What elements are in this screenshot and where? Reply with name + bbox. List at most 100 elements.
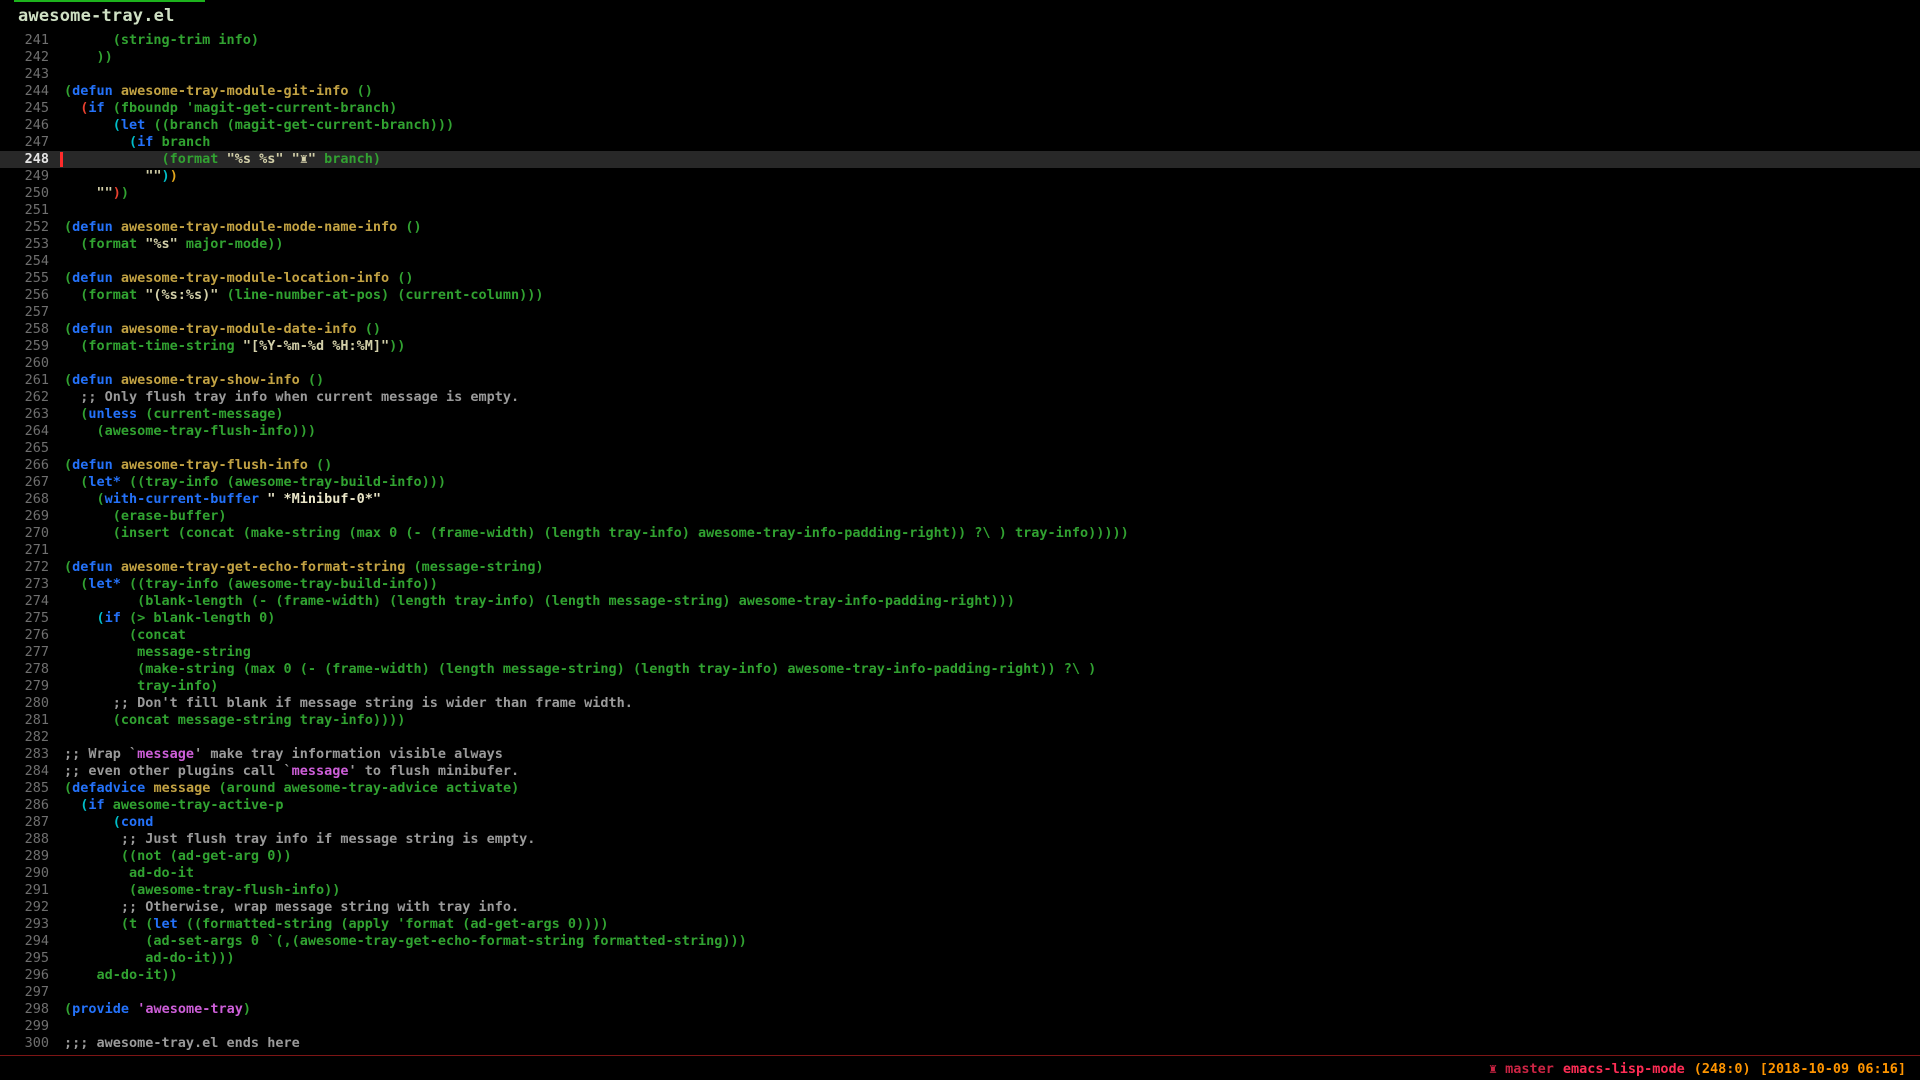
- line-number: 295: [0, 950, 49, 967]
- code-line[interactable]: 264 (awesome-tray-flush-info))): [0, 423, 1920, 440]
- code-line[interactable]: 288 ;; Just flush tray info if message s…: [0, 831, 1920, 848]
- code-line[interactable]: 277 message-string: [0, 644, 1920, 661]
- line-number: 291: [0, 882, 49, 899]
- code-line[interactable]: 253 (format "%s" major-mode)): [0, 236, 1920, 253]
- line-number: 250: [0, 185, 49, 202]
- code-line[interactable]: 289 ((not (ad-get-arg 0)): [0, 848, 1920, 865]
- line-number: 300: [0, 1035, 49, 1052]
- code-line[interactable]: 270 (insert (concat (make-string (max 0 …: [0, 525, 1920, 542]
- code-line[interactable]: 257: [0, 304, 1920, 321]
- code-line[interactable]: 244(defun awesome-tray-module-git-info (…: [0, 83, 1920, 100]
- code-line[interactable]: 294 (ad-set-args 0 `(,(awesome-tray-get-…: [0, 933, 1920, 950]
- code-line[interactable]: 284;; even other plugins call `message' …: [0, 763, 1920, 780]
- code-line[interactable]: 256 (format "(%s:%s)" (line-number-at-po…: [0, 287, 1920, 304]
- line-number: 274: [0, 593, 49, 610]
- line-number: 263: [0, 406, 49, 423]
- code-line[interactable]: 276 (concat: [0, 627, 1920, 644]
- code-text: ;; even other plugins call `message' to …: [49, 763, 519, 780]
- line-number: 294: [0, 933, 49, 950]
- code-text: (defun awesome-tray-get-echo-format-stri…: [49, 559, 544, 576]
- code-line[interactable]: 266(defun awesome-tray-flush-info (): [0, 457, 1920, 474]
- code-text: (defun awesome-tray-show-info (): [49, 372, 324, 389]
- line-number: 279: [0, 678, 49, 695]
- code-line[interactable]: 249 "")): [0, 168, 1920, 185]
- line-number: 289: [0, 848, 49, 865]
- code-text: ;; Just flush tray info if message strin…: [49, 831, 535, 848]
- code-line[interactable]: 275 (if (> blank-length 0): [0, 610, 1920, 627]
- buffer-tab[interactable]: awesome-tray.el: [14, 0, 205, 26]
- code-line[interactable]: 295 ad-do-it))): [0, 950, 1920, 967]
- code-line[interactable]: 255(defun awesome-tray-module-location-i…: [0, 270, 1920, 287]
- code-text: (defun awesome-tray-module-mode-name-inf…: [49, 219, 422, 236]
- code-text: (defun awesome-tray-module-git-info (): [49, 83, 373, 100]
- code-text: (let ((branch (magit-get-current-branch)…: [49, 117, 454, 134]
- code-text: [49, 729, 64, 746]
- code-line[interactable]: 274 (blank-length (- (frame-width) (leng…: [0, 593, 1920, 610]
- code-editor[interactable]: 241 (string-trim info)242 ))243244(defun…: [0, 32, 1920, 1052]
- code-line[interactable]: 283;; Wrap `message' make tray informati…: [0, 746, 1920, 763]
- code-line[interactable]: 259 (format-time-string "[%Y-%m-%d %H:%M…: [0, 338, 1920, 355]
- code-line[interactable]: 291 (awesome-tray-flush-info)): [0, 882, 1920, 899]
- code-line[interactable]: 269 (erase-buffer): [0, 508, 1920, 525]
- code-line[interactable]: 271: [0, 542, 1920, 559]
- line-number: 246: [0, 117, 49, 134]
- code-line[interactable]: 293 (t (let ((formatted-string (apply 'f…: [0, 916, 1920, 933]
- code-text: (if (fboundp 'magit-get-current-branch): [49, 100, 397, 117]
- code-line[interactable]: 247 (if branch: [0, 134, 1920, 151]
- code-line[interactable]: 245 (if (fboundp 'magit-get-current-bran…: [0, 100, 1920, 117]
- code-line[interactable]: 258(defun awesome-tray-module-date-info …: [0, 321, 1920, 338]
- code-line[interactable]: 260: [0, 355, 1920, 372]
- code-line[interactable]: 281 (concat message-string tray-info)))): [0, 712, 1920, 729]
- code-line[interactable]: 290 ad-do-it: [0, 865, 1920, 882]
- code-line[interactable]: 286 (if awesome-tray-active-p: [0, 797, 1920, 814]
- code-line[interactable]: 246 (let ((branch (magit-get-current-bra…: [0, 117, 1920, 134]
- line-number: 269: [0, 508, 49, 525]
- code-line[interactable]: 251: [0, 202, 1920, 219]
- code-line[interactable]: 248 (format "%s %s" "♜" branch): [0, 151, 1920, 168]
- line-number: 285: [0, 780, 49, 797]
- code-text: message-string: [49, 644, 251, 661]
- code-line[interactable]: 268 (with-current-buffer " *Minibuf-0*": [0, 491, 1920, 508]
- code-line[interactable]: 279 tray-info): [0, 678, 1920, 695]
- code-line[interactable]: 285(defadvice message (around awesome-tr…: [0, 780, 1920, 797]
- code-line[interactable]: 250 "")): [0, 185, 1920, 202]
- code-line[interactable]: 296 ad-do-it)): [0, 967, 1920, 984]
- code-line[interactable]: 300;;; awesome-tray.el ends here: [0, 1035, 1920, 1052]
- code-text: (awesome-tray-flush-info))): [49, 423, 316, 440]
- line-number: 251: [0, 202, 49, 219]
- line-number: 261: [0, 372, 49, 389]
- line-number: 288: [0, 831, 49, 848]
- code-line[interactable]: 272(defun awesome-tray-get-echo-format-s…: [0, 559, 1920, 576]
- code-line[interactable]: 262 ;; Only flush tray info when current…: [0, 389, 1920, 406]
- code-text: (cond: [49, 814, 153, 831]
- code-line[interactable]: 267 (let* ((tray-info (awesome-tray-buil…: [0, 474, 1920, 491]
- code-line[interactable]: 273 (let* ((tray-info (awesome-tray-buil…: [0, 576, 1920, 593]
- line-number: 273: [0, 576, 49, 593]
- code-line[interactable]: 254: [0, 253, 1920, 270]
- code-line[interactable]: 280 ;; Don't fill blank if message strin…: [0, 695, 1920, 712]
- code-line[interactable]: 252(defun awesome-tray-module-mode-name-…: [0, 219, 1920, 236]
- code-text: )): [49, 49, 113, 66]
- code-text: ad-do-it: [49, 865, 194, 882]
- code-line[interactable]: 299: [0, 1018, 1920, 1035]
- code-line[interactable]: 243: [0, 66, 1920, 83]
- code-line[interactable]: 265: [0, 440, 1920, 457]
- code-text: ;; Don't fill blank if message string is…: [49, 695, 633, 712]
- code-line[interactable]: 241 (string-trim info): [0, 32, 1920, 49]
- code-line[interactable]: 282: [0, 729, 1920, 746]
- code-text: ad-do-it)): [49, 967, 178, 984]
- code-line[interactable]: 278 (make-string (max 0 (- (frame-width)…: [0, 661, 1920, 678]
- code-line[interactable]: 261(defun awesome-tray-show-info (): [0, 372, 1920, 389]
- code-line[interactable]: 263 (unless (current-message): [0, 406, 1920, 423]
- code-line[interactable]: 297: [0, 984, 1920, 1001]
- code-line[interactable]: 287 (cond: [0, 814, 1920, 831]
- line-number: 271: [0, 542, 49, 559]
- line-number: 245: [0, 100, 49, 117]
- code-text: (format "%s %s" "♜" branch): [49, 151, 381, 168]
- code-text: (defun awesome-tray-module-date-info (): [49, 321, 381, 338]
- code-line[interactable]: 242 )): [0, 49, 1920, 66]
- line-number: 280: [0, 695, 49, 712]
- code-line[interactable]: 292 ;; Otherwise, wrap message string wi…: [0, 899, 1920, 916]
- awesome-tray: ♜ masteremacs-lisp-mode(248:0)[2018-10-0…: [1489, 1061, 1906, 1077]
- code-line[interactable]: 298(provide 'awesome-tray): [0, 1001, 1920, 1018]
